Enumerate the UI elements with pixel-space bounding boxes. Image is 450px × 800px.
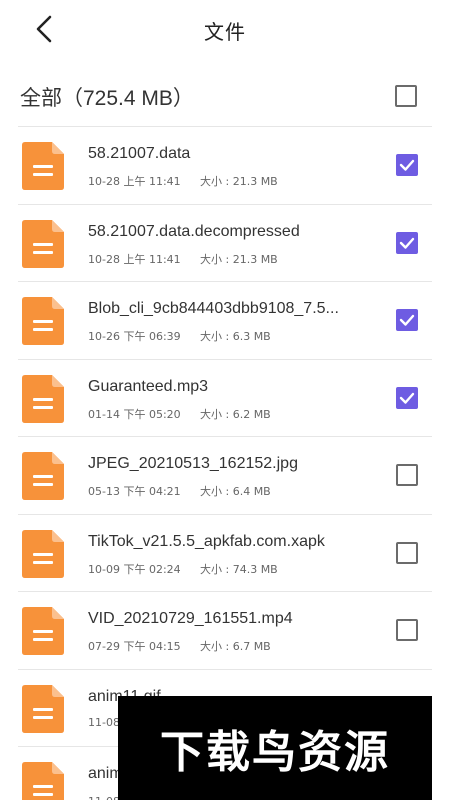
file-size: 大小 : 74.3 MB	[200, 562, 278, 576]
file-date: 10-28 上午 11:41	[88, 252, 181, 266]
watermark-banner: 下载鸟资源	[118, 696, 432, 800]
header: 文件	[0, 0, 450, 58]
file-checkbox[interactable]	[396, 154, 418, 176]
file-checkbox[interactable]	[396, 464, 418, 486]
select-all-row[interactable]: 全部（725.4 MB）	[0, 72, 450, 122]
file-date: 05-13 下午 04:21	[88, 485, 181, 498]
file-picker-screen: 文件 全部（725.4 MB） 58.21007.data 10-28 上午 11…	[0, 0, 450, 800]
file-date: 10-09 下午 02:24	[88, 562, 181, 576]
page-title: 文件	[204, 20, 246, 44]
file-date: 01-14 下午 05:20	[88, 407, 181, 421]
document-icon	[22, 297, 64, 345]
file-size: 大小 : 21.3 MB	[200, 175, 278, 188]
file-checkbox[interactable]	[396, 386, 418, 409]
file-size: 大小 : 6.3 MB	[200, 330, 271, 343]
file-date: 10-26 下午 06:39	[88, 330, 181, 343]
file-date: 07-29 下午 04:15	[88, 640, 181, 653]
file-size: 大小 : 6.2 MB	[200, 407, 271, 421]
file-name: 58.21007.data.decompressed	[88, 222, 300, 240]
file-date: 11-08	[88, 715, 120, 729]
file-name: Guaranteed.mp3	[88, 377, 209, 395]
file-size: 大小 : 21.3 MB	[200, 252, 278, 266]
select-all-label: 全部（725.4 MB）	[20, 87, 194, 110]
file-name: TikTok_v21.5.5_apkfab.com.xapk	[88, 532, 325, 550]
file-checkbox[interactable]	[396, 541, 418, 564]
file-checkbox[interactable]	[396, 619, 418, 641]
file-name: JPEG_20210513_162152.jpg	[88, 455, 298, 472]
file-size: 大小 : 6.7 MB	[200, 640, 271, 653]
file-name: 58.21007.data	[88, 145, 191, 162]
document-icon	[22, 529, 64, 578]
file-name: VID_20210729_161551.mp4	[88, 610, 293, 627]
file-checkbox[interactable]	[396, 309, 418, 331]
file-checkbox[interactable]	[396, 231, 418, 254]
file-date: 10-28 上午 11:41	[88, 175, 181, 188]
file-row[interactable]: 58.21007.data 10-28 上午 11:41 大小 : 21.3 MB	[0, 127, 450, 205]
select-all-checkbox[interactable]	[395, 85, 417, 107]
file-row[interactable]: Blob_cli_9cb844403dbb9108_7.5... 10-26 下午…	[0, 282, 450, 360]
document-icon	[22, 762, 64, 800]
file-row[interactable]: TikTok_v21.5.5_apkfab.com.xapk 10-09 下午 0…	[0, 515, 450, 592]
file-row[interactable]: 58.21007.data.decompressed 10-28 上午 11:41…	[0, 205, 450, 282]
file-row[interactable]: JPEG_20210513_162152.jpg 05-13 下午 04:21 大小…	[0, 437, 450, 515]
file-name: Blob_cli_9cb844403dbb9108_7.5...	[88, 300, 339, 317]
file-row[interactable]: VID_20210729_161551.mp4 07-29 下午 04:15 大小 …	[0, 592, 450, 670]
document-icon	[22, 684, 64, 733]
document-icon	[22, 374, 64, 423]
document-icon	[22, 452, 64, 500]
file-row[interactable]: Guaranteed.mp3 01-14 下午 05:20 大小 : 6.2 MB	[0, 360, 450, 437]
file-size: 大小 : 6.4 MB	[200, 485, 271, 498]
document-icon	[22, 142, 64, 190]
document-icon	[22, 607, 64, 655]
document-icon	[22, 219, 64, 268]
